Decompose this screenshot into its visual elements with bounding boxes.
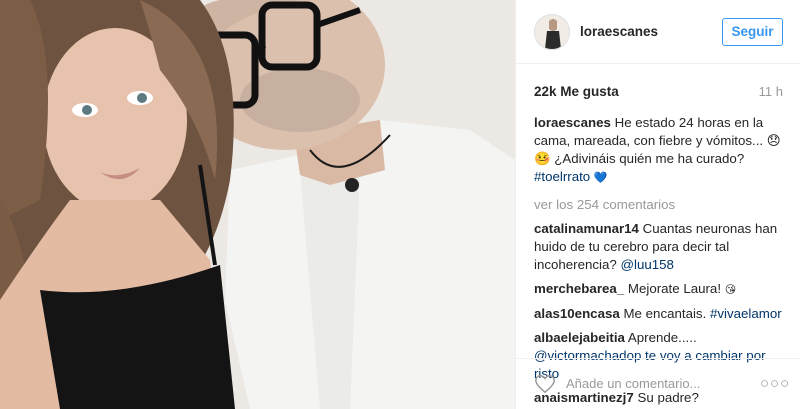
comment-username[interactable]: merchebarea_ [534, 281, 624, 296]
comment-item: merchebarea_ Mejorate Laura! 😘 [534, 280, 786, 299]
caption-hashtag[interactable]: #toelrrato [534, 169, 590, 184]
comment-text: Me encantais. [623, 306, 707, 321]
blue-heart-emoji: 💙 [593, 171, 608, 184]
post-photo[interactable] [0, 0, 515, 409]
comment-username[interactable]: alas10encasa [534, 306, 620, 321]
caption-username[interactable]: loraescanes [534, 115, 611, 130]
post-meta: 22k Me gusta 11 h [534, 84, 783, 104]
comment-text: Mejorate Laura! [627, 281, 722, 296]
comment-username[interactable]: catalinamunar14 [534, 221, 639, 236]
comment-text: Aprende..... [627, 330, 697, 345]
comment-bar: Añade un comentario... ○○○ [516, 358, 800, 409]
comment-mention[interactable]: @luu158 [621, 257, 674, 272]
comment-item: catalinamunar14 Cuantas neuronas han hui… [534, 220, 786, 274]
likes-count[interactable]: 22k Me gusta [534, 84, 619, 99]
avatar[interactable] [534, 14, 570, 50]
post-side-panel: loraescanes Seguir 22k Me gusta 11 h lor… [515, 0, 800, 409]
add-comment-input[interactable]: Añade un comentario... [566, 376, 700, 391]
heart-icon[interactable] [534, 373, 556, 395]
photo-illustration [0, 0, 515, 409]
post-header: loraescanes Seguir [516, 0, 800, 64]
view-all-comments-link[interactable]: ver los 254 comentarios [534, 196, 786, 214]
caption: loraescanes He estado 24 horas en la cam… [534, 114, 786, 187]
avatar-image [535, 15, 569, 49]
follow-button[interactable]: Seguir [722, 18, 783, 46]
kiss-emoji: 😘 [724, 283, 737, 296]
header-username[interactable]: loraescanes [580, 24, 658, 39]
more-options-icon[interactable]: ○○○ [760, 375, 790, 392]
comment-username[interactable]: albaelejabeitia [534, 330, 625, 345]
post-time[interactable]: 11 h [759, 84, 783, 99]
comment-item: alas10encasa Me encantais. #vivaelamor [534, 305, 786, 323]
comment-hashtag[interactable]: #vivaelamor [710, 306, 782, 321]
instagram-post-modal: loraescanes Seguir 22k Me gusta 11 h lor… [0, 0, 800, 409]
